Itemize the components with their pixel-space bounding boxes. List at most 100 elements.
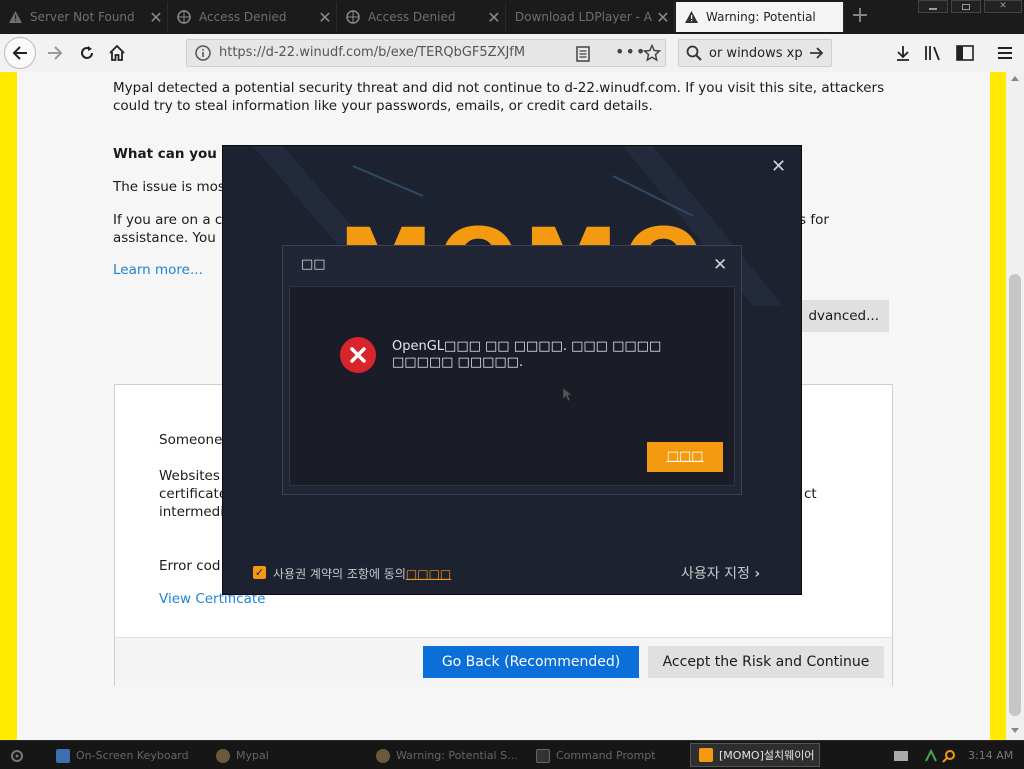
search-go-icon[interactable] <box>809 45 825 65</box>
hamburger-menu-icon <box>998 47 1012 59</box>
warning-intro-text: Mypal detected a potential security thre… <box>113 80 885 114</box>
globe-icon <box>346 10 360 24</box>
someone-text: Someone <box>159 432 223 448</box>
keyboard-icon <box>56 748 70 763</box>
license-agree-text: 사용권 계약의 조항에 동의 <box>273 567 406 581</box>
url-bar[interactable]: https://d-22.winudf.com/b/exe/TERQbGF5ZX… <box>186 39 666 67</box>
tray-keyboard-icon[interactable] <box>894 745 910 766</box>
learn-more-link[interactable]: Learn more... <box>113 262 203 278</box>
start-button[interactable] <box>8 745 32 766</box>
taskbar-clock[interactable]: 3:14 AM <box>968 745 1018 766</box>
tab-server-not-found[interactable]: Server Not Found ✕ <box>0 2 168 32</box>
tab-close-icon[interactable]: ✕ <box>145 8 167 27</box>
mypal-icon <box>216 748 230 763</box>
tab-close-icon[interactable]: ✕ <box>483 8 505 27</box>
license-agree-checkbox[interactable]: ✓ <box>253 566 266 579</box>
tab-close-icon[interactable]: ✕ <box>314 8 336 27</box>
search-icon <box>686 45 702 65</box>
start-gear-icon <box>11 749 23 762</box>
tray-search-icon[interactable] <box>942 745 958 766</box>
downloads-button[interactable] <box>888 38 918 68</box>
tab-access-denied-2[interactable]: Access Denied ✕ <box>338 2 506 32</box>
warning-triangle-icon <box>8 10 22 24</box>
back-button[interactable] <box>4 37 36 69</box>
taskbar-item-onscreen-keyboard[interactable]: On-Screen Keyboard <box>56 745 206 766</box>
momo-icon <box>699 748 713 762</box>
arrow-right-icon <box>48 46 63 60</box>
forward-button[interactable] <box>40 38 70 68</box>
tab-close-icon[interactable]: ✕ <box>652 8 674 27</box>
warning-triangle-icon <box>684 10 698 24</box>
reload-icon <box>81 46 93 59</box>
websites-text: Websites <box>159 468 220 484</box>
dialog-ok-button[interactable]: □□□ <box>647 442 723 472</box>
go-back-button[interactable]: Go Back (Recommended) <box>423 646 639 678</box>
opengl-error-dialog: □□ ✕ OpenGL□□□ □□ □□□□. □□□ □□□□ □□□□□ □… <box>282 245 742 495</box>
navigation-toolbar: https://d-22.winudf.com/b/exe/TERQbGF5ZX… <box>0 34 1024 73</box>
what-can-you-do-heading: What can you <box>113 146 217 162</box>
bookmark-star-icon[interactable] <box>642 43 662 66</box>
scroll-down-icon[interactable] <box>1011 728 1019 733</box>
scrollbar-thumb[interactable] <box>1009 274 1021 716</box>
window-controls: ✕ <box>918 0 1024 14</box>
installer-close-button[interactable]: ✕ <box>771 156 786 177</box>
taskbar-item-label: Warning: Potential S... <box>396 749 518 762</box>
taskbar-item-momo[interactable]: [MOMO]설치웨이어 <box>690 743 820 767</box>
tab-label: Access Denied <box>368 10 456 24</box>
globe-icon <box>177 10 191 24</box>
sidebar-button[interactable] <box>950 38 980 68</box>
assistance-text: assistance. You <box>113 230 216 246</box>
error-code-text: Error cod <box>159 558 221 574</box>
accept-risk-button[interactable]: Accept the Risk and Continue <box>648 646 884 678</box>
tab-access-denied-1[interactable]: Access Denied ✕ <box>169 2 337 32</box>
window-close-button[interactable]: ✕ <box>984 0 1022 13</box>
chevron-right-icon: › <box>754 566 761 582</box>
issue-text: The issue is mos <box>113 179 225 195</box>
license-terms-link[interactable]: □□□□ <box>406 567 451 581</box>
info-icon[interactable] <box>195 45 211 65</box>
mypal-icon <box>376 748 390 763</box>
search-input[interactable]: or windows xp <box>709 46 803 61</box>
page-actions-icon[interactable]: ••• <box>615 42 646 61</box>
new-tab-button[interactable]: + <box>848 4 872 30</box>
home-icon <box>109 45 125 61</box>
tab-strip: Server Not Found ✕ Access Denied ✕ Acces… <box>0 0 1024 34</box>
mouse-cursor-icon <box>563 388 573 402</box>
error-message-line-1: OpenGL□□□ □□ □□□□. □□□ □□□□ <box>392 339 662 354</box>
cmd-icon <box>536 748 550 763</box>
taskbar-item-label: Command Prompt <box>556 749 656 762</box>
custom-install-label: 사용자 지정 <box>681 566 750 582</box>
menu-button[interactable] <box>990 38 1020 68</box>
search-bar[interactable]: or windows xp <box>678 39 832 67</box>
reload-button[interactable] <box>72 38 102 68</box>
tab-label: Server Not Found <box>30 10 135 24</box>
error-x-icon <box>340 337 376 373</box>
details-button-row: Go Back (Recommended) Accept the Risk an… <box>115 637 892 686</box>
minimize-button[interactable] <box>918 0 948 13</box>
home-button[interactable] <box>102 38 132 68</box>
taskbar-item-label: [MOMO]설치웨이어 <box>719 749 815 762</box>
scroll-up-icon[interactable] <box>1011 76 1019 81</box>
taskbar-item-label: On-Screen Keyboard <box>76 749 189 762</box>
custom-install-button[interactable]: 사용자 지정 › <box>681 563 760 583</box>
tab-warning-potential[interactable]: Warning: Potential <box>676 2 844 32</box>
license-agree-row: 사용권 계약의 조항에 동의□□□□ <box>273 565 451 582</box>
certificate-text-right: ct <box>804 486 817 502</box>
tab-download-ldplayer[interactable]: Download LDPlayer - A ✕ <box>507 2 675 32</box>
taskbar-item-label: Mypal <box>236 749 269 762</box>
dialog-close-button[interactable]: ✕ <box>713 255 727 275</box>
certificate-text: certificate <box>159 486 228 502</box>
tab-label: Download LDPlayer - A <box>515 10 652 24</box>
download-arrow-icon <box>897 46 909 61</box>
error-message: OpenGL□□□ □□ □□□□. □□□ □□□□ □□□□□ □□□□□. <box>392 339 661 371</box>
taskbar-item-mypal[interactable]: Mypal <box>216 745 356 766</box>
library-button[interactable] <box>918 38 948 68</box>
page-scrollbar[interactable] <box>1006 72 1024 740</box>
error-message-line-2: □□□□□ □□□□□. <box>392 355 524 370</box>
reader-view-icon[interactable] <box>576 46 590 66</box>
taskbar-item-command-prompt[interactable]: Command Prompt <box>536 745 682 766</box>
taskbar-item-warning[interactable]: Warning: Potential S... <box>376 745 526 766</box>
tray-network-icon[interactable] <box>924 745 940 766</box>
maximize-button[interactable] <box>951 0 981 13</box>
library-icon <box>925 46 940 61</box>
